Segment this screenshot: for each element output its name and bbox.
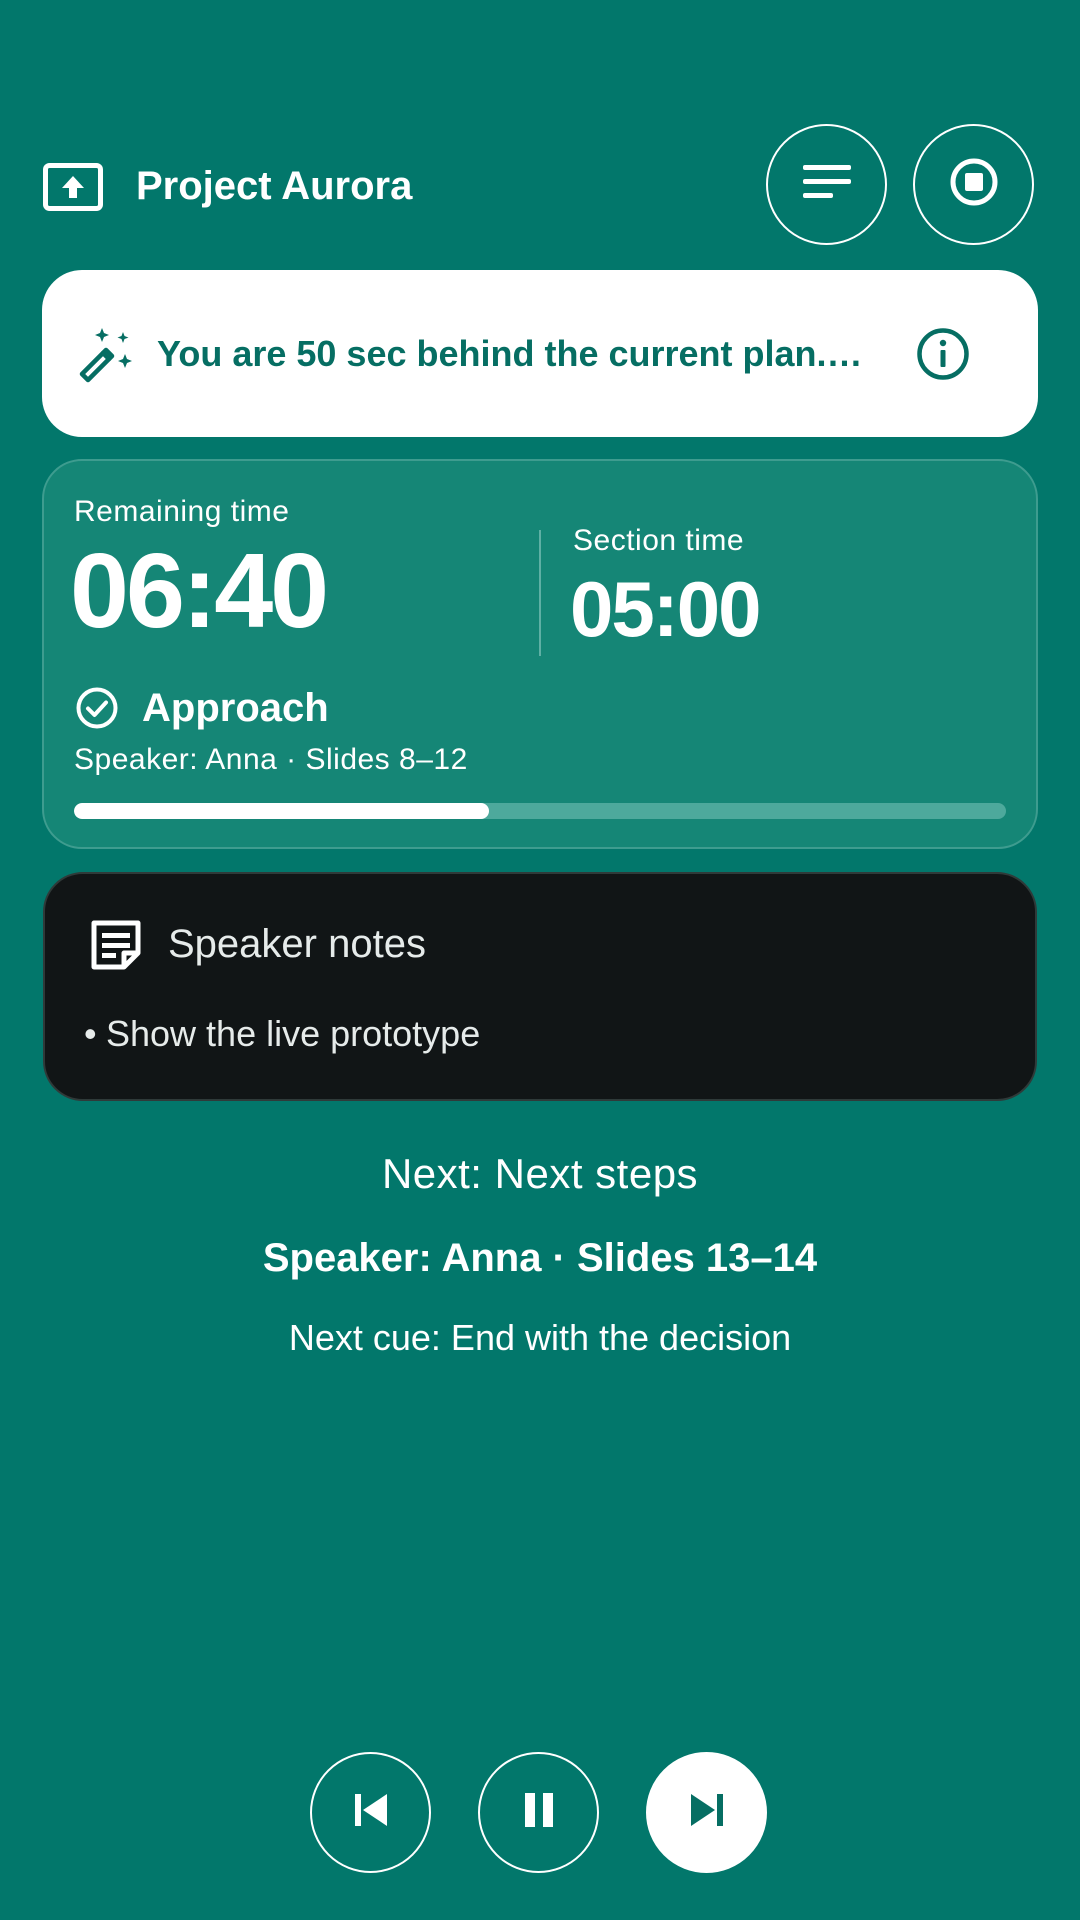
next-section-title: Next: Next steps <box>381 1150 699 1197</box>
section-time-value: 05:00 <box>570 565 761 653</box>
pause-icon <box>519 1790 559 1835</box>
notes-list-icon <box>802 162 852 207</box>
previous-section-button[interactable] <box>310 1752 431 1873</box>
stop-presentation-button[interactable] <box>913 124 1034 245</box>
current-section-name: Approach <box>142 686 329 730</box>
notes-list-button[interactable] <box>766 124 887 245</box>
skip-previous-icon <box>351 1790 391 1835</box>
next-section-button[interactable] <box>646 1752 767 1873</box>
bullet-icon: • <box>84 1013 97 1054</box>
next-cue: Next cue: End with the decision <box>288 1317 792 1358</box>
check-circle-icon <box>75 686 119 730</box>
section-time-label: Section time <box>573 524 745 557</box>
speaker-notes-title: Speaker notes <box>168 922 426 966</box>
pause-button[interactable] <box>478 1752 599 1873</box>
remaining-time-label: Remaining time <box>74 495 290 528</box>
speaker-notes-card <box>43 872 1037 1101</box>
current-section-meta: Speaker: Anna · Slides 8–12 <box>74 743 468 776</box>
info-icon[interactable] <box>916 327 970 381</box>
time-divider <box>539 530 541 656</box>
section-progress-bar <box>74 803 1006 819</box>
remaining-time-value: 06:40 <box>70 532 329 650</box>
next-section-speaker: Speaker: Anna · Slides 13–14 <box>262 1236 818 1280</box>
stop-circle-icon <box>949 157 999 212</box>
alert-message: You are 50 sec behind the current plan. … <box>157 333 867 374</box>
present-to-all-icon <box>43 163 103 211</box>
section-progress-fill <box>74 803 489 819</box>
speaker-note-text: Show the live prototype <box>106 1013 481 1054</box>
sticky-note-icon <box>88 917 144 973</box>
auto-fix-wand-icon <box>76 326 134 384</box>
speaker-note-item: • Show the live prototype <box>84 1008 480 1060</box>
page-title: Project Aurora <box>136 164 413 208</box>
skip-next-icon <box>687 1790 727 1835</box>
